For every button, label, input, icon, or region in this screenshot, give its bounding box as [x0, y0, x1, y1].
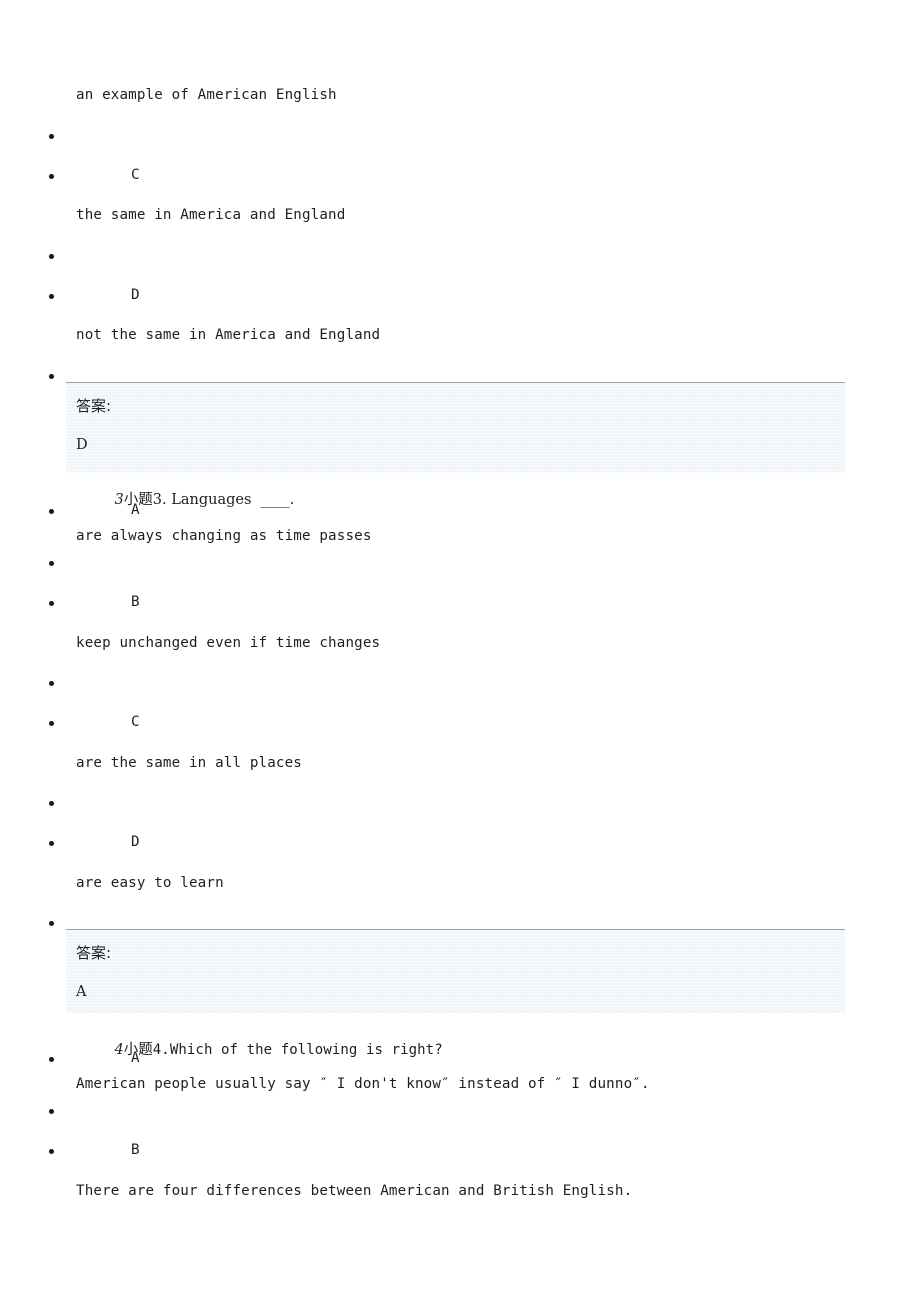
list-bullet-icon: [49, 561, 54, 566]
list-bullet-icon: [49, 1057, 54, 1062]
option-text-d[interactable]: not the same in America and England: [76, 328, 380, 342]
option-text-c[interactable]: are the same in all places: [76, 756, 302, 770]
option-text-d[interactable]: are easy to learn: [76, 876, 224, 890]
document-page: an example of American English C the sam…: [0, 0, 920, 1303]
answer-value: D: [76, 437, 88, 453]
option-text-b[interactable]: There are four differences between Ameri…: [76, 1184, 632, 1198]
option-letter-a[interactable]: A: [131, 503, 140, 517]
option-text-a[interactable]: are always changing as time passes: [76, 529, 372, 543]
option-text-c[interactable]: the same in America and England: [76, 208, 345, 222]
answer-label: 答案:: [76, 944, 112, 962]
list-bullet-icon: [49, 681, 54, 686]
question-number-italic: 3: [114, 492, 124, 508]
answer-label: 答案:: [76, 397, 112, 415]
option-letter-d[interactable]: D: [131, 835, 140, 849]
list-bullet-icon: [49, 801, 54, 806]
list-bullet-icon: [49, 509, 54, 514]
list-bullet-icon: [49, 174, 54, 179]
list-bullet-icon: [49, 1109, 54, 1114]
list-bullet-icon: [49, 294, 54, 299]
question-number-italic: 4: [114, 1042, 124, 1058]
list-bullet-icon: [49, 1149, 54, 1154]
option-letter-b[interactable]: B: [131, 595, 140, 609]
question-stem: 3. Languages ____.: [152, 492, 295, 508]
option-text-b[interactable]: keep unchanged even if time changes: [76, 636, 380, 650]
answer-value: A: [76, 984, 87, 1000]
option-letter-c[interactable]: C: [131, 715, 140, 729]
option-letter-b[interactable]: B: [131, 1143, 140, 1157]
option-letter-c[interactable]: C: [131, 168, 140, 182]
list-bullet-icon: [49, 601, 54, 606]
option-text-a[interactable]: American people usually say ″ I don't kn…: [76, 1077, 650, 1091]
option-letter-a[interactable]: A: [131, 1051, 140, 1065]
answer-panel-q2: 答案: D: [66, 382, 845, 473]
question-stem: 4.Which of the following is right?: [152, 1042, 443, 1058]
list-bullet-icon: [49, 134, 54, 139]
list-bullet-icon: [49, 841, 54, 846]
list-bullet-icon: [49, 721, 54, 726]
answer-panel-q3: 答案: A: [66, 929, 845, 1013]
option-letter-d[interactable]: D: [131, 288, 140, 302]
list-bullet-icon: [49, 921, 54, 926]
option-text: an example of American English: [76, 87, 337, 103]
question-heading-3: 3小题3. Languages ____.: [76, 475, 295, 524]
list-bullet-icon: [49, 254, 54, 259]
list-bullet-icon: [49, 374, 54, 379]
